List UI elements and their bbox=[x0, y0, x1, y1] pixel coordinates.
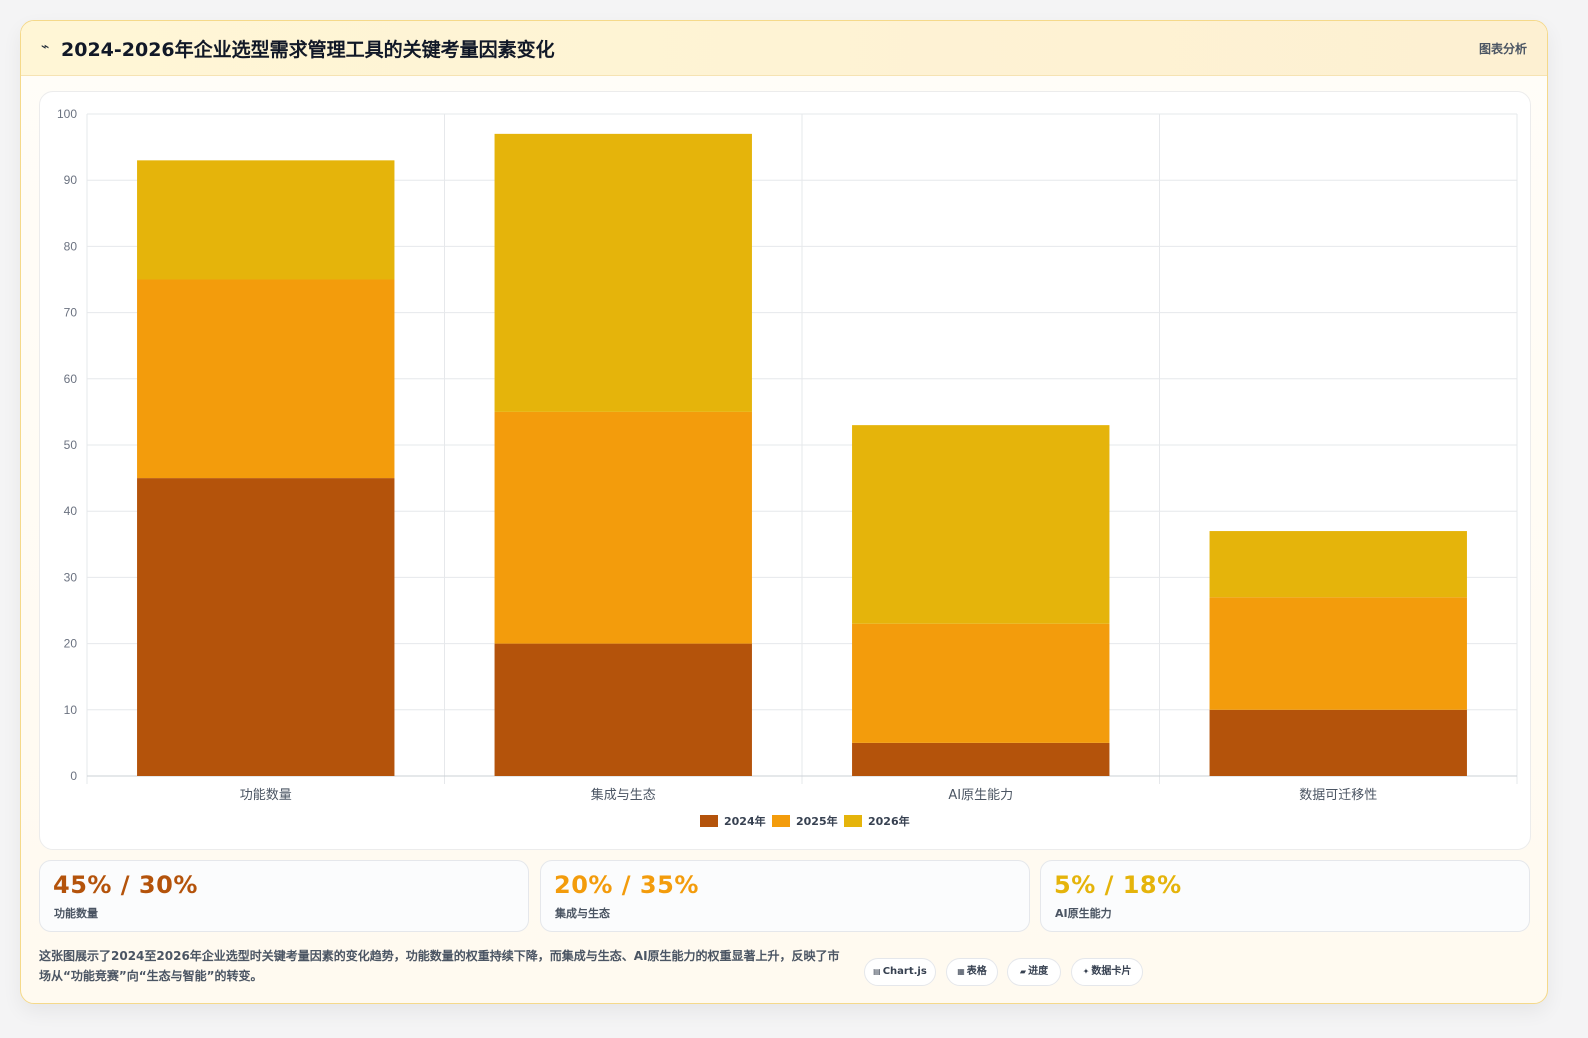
chart-title: 2024-2026年企业选型需求管理工具的关键考量因素变化 bbox=[61, 39, 555, 61]
stat-value: 45% / 30% bbox=[53, 871, 198, 899]
y-tick-label: 50 bbox=[64, 438, 78, 452]
bar-segment bbox=[852, 742, 1110, 776]
chart-analysis-tag: 图表分析 bbox=[1478, 42, 1527, 56]
y-tick-label: 20 bbox=[64, 637, 78, 651]
legend-label: 2025年 bbox=[796, 814, 838, 828]
bar-segment bbox=[137, 160, 395, 280]
legend-swatch bbox=[700, 815, 718, 827]
stat-label: 集成与生态 bbox=[555, 907, 610, 920]
pill-label: 表格 bbox=[966, 966, 987, 977]
bar-segment bbox=[852, 425, 1110, 624]
bar-segment bbox=[1209, 531, 1467, 598]
x-tick-label: 功能数量 bbox=[240, 788, 292, 803]
legend-label: 2024年 bbox=[724, 814, 766, 828]
pill-label: 数据卡片 bbox=[1091, 966, 1132, 977]
pill-label: Chart.js bbox=[882, 966, 927, 977]
y-tick-label: 0 bbox=[70, 769, 77, 783]
bar-segment bbox=[1209, 597, 1467, 710]
stat-label: AI原生能力 bbox=[1055, 907, 1112, 920]
legend-label: 2026年 bbox=[868, 814, 910, 828]
stat-card-feature-count: 45% / 30% 功能数量 bbox=[39, 860, 529, 932]
pill-table[interactable]: ▦ 表格 bbox=[946, 958, 998, 986]
trend-icon: ⌁ bbox=[41, 39, 50, 55]
bar-segment bbox=[137, 279, 395, 479]
chart-panel: 0 10 20 30 40 50 60 70 80 90 100 功能数量 集成与生态 AI原生能力 数据可… bbox=[39, 91, 1531, 850]
stat-card-ai-native: 5% / 18% AI原生能力 bbox=[1040, 860, 1530, 932]
x-tick-label: AI原生能力 bbox=[948, 788, 1013, 803]
pill-data-card[interactable]: ✦ 数据卡片 bbox=[1071, 958, 1143, 986]
pill-progress[interactable]: ▰ 进度 bbox=[1007, 958, 1061, 986]
y-tick-label: 80 bbox=[64, 239, 78, 253]
progress-icon: ▰ bbox=[1019, 967, 1027, 976]
y-tick-label: 30 bbox=[64, 570, 78, 584]
x-tick-label: 集成与生态 bbox=[591, 787, 656, 803]
pill-label: 进度 bbox=[1028, 966, 1049, 977]
y-tick-label: 60 bbox=[64, 372, 78, 386]
chart-card: ⌁ 2024-2026年企业选型需求管理工具的关键考量因素变化 图表分析 0 10… bbox=[20, 20, 1548, 1004]
stat-label: 功能数量 bbox=[54, 907, 98, 920]
chart-description: 这张图展示了2024至2026年企业选型时关键考量因素的变化趋势，功能数量的权重… bbox=[39, 949, 840, 983]
table-icon: ▦ bbox=[957, 967, 965, 976]
bar-segment bbox=[494, 411, 752, 644]
stat-value: 5% / 18% bbox=[1054, 871, 1182, 899]
pill-chartjs[interactable]: ▤ Chart.js bbox=[864, 958, 936, 986]
card-header: ⌁ 2024-2026年企业选型需求管理工具的关键考量因素变化 图表分析 bbox=[21, 21, 1547, 76]
stacked-bar-chart: 0 10 20 30 40 50 60 70 80 90 100 功能数量 集成与生态 AI原生能力 数据可… bbox=[57, 107, 1518, 828]
bar-segment bbox=[494, 133, 752, 412]
y-tick-label: 70 bbox=[64, 306, 78, 320]
stat-card-integration: 20% / 35% 集成与生态 bbox=[540, 860, 1030, 932]
bar-segment bbox=[852, 623, 1110, 743]
stat-cards: 45% / 30% 功能数量 20% / 35% 集成与生态 5% / 18% … bbox=[39, 860, 1530, 932]
bar-segment bbox=[494, 643, 752, 776]
legend-swatch bbox=[772, 815, 790, 827]
legend-swatch bbox=[844, 815, 862, 827]
y-tick-label: 90 bbox=[64, 173, 78, 187]
stat-value: 20% / 35% bbox=[554, 871, 699, 899]
sparkle-icon: ✦ bbox=[1082, 967, 1090, 976]
x-tick-label: 数据可迁移性 bbox=[1299, 788, 1377, 803]
chart-icon: ▤ bbox=[873, 967, 881, 976]
y-tick-label: 100 bbox=[57, 107, 77, 121]
bar-segment bbox=[1209, 709, 1467, 776]
y-tick-label: 40 bbox=[64, 504, 78, 518]
bar-segment bbox=[137, 478, 395, 776]
y-tick-label: 10 bbox=[64, 703, 78, 717]
